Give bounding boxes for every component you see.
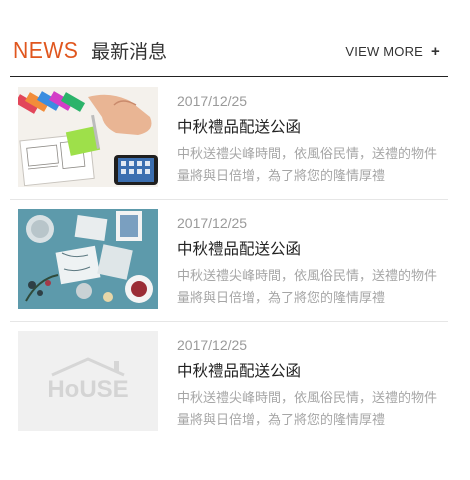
news-excerpt: 中秋送禮尖峰時間，依風俗民情，送禮的物件量將與日倍增，為了將您的隆情厚禮 — [177, 391, 438, 428]
news-excerpt: 中秋送禮尖峰時間，依風俗民情，送禮的物件量將與日倍增，為了將您的隆情厚禮 — [177, 269, 438, 306]
news-item[interactable]: 2017/12/25 中秋禮品配送公函 中秋送禮尖峰時間，依風俗民情，送禮的物件… — [10, 78, 448, 200]
flatlay-teatime-photo — [18, 209, 158, 309]
view-more-label: VIEW MORE — [345, 44, 424, 59]
news-header: NEWS 最新消息 VIEW MORE + — [10, 36, 448, 77]
news-date: 2017/12/25 — [177, 215, 248, 231]
section-title: NEWS 最新消息 — [13, 36, 167, 64]
house-logo-placeholder: HoUSE — [18, 331, 158, 431]
section-title-zh: 最新消息 — [91, 41, 168, 63]
news-list: 2017/12/25 中秋禮品配送公函 中秋送禮尖峰時間，依風俗民情，送禮的物件… — [10, 78, 448, 443]
news-date: 2017/12/25 — [177, 337, 248, 353]
news-excerpt: 中秋送禮尖峰時間，依風俗民情，送禮的物件量將與日倍增，為了將您的隆情厚禮 — [177, 147, 438, 184]
plus-icon: + — [431, 43, 440, 60]
news-item[interactable]: 2017/12/25 中秋禮品配送公函 中秋送禮尖峰時間，依風俗民情，送禮的物件… — [10, 200, 448, 322]
news-item[interactable]: HoUSE 2017/12/25 中秋禮品配送公函 中秋送禮尖峰時間，依風俗民情… — [10, 322, 448, 443]
news-title[interactable]: 中秋禮品配送公函 — [177, 360, 445, 382]
news-info: 2017/12/25 中秋禮品配送公函 中秋送禮尖峰時間，依風俗民情，送禮的物件… — [177, 335, 445, 432]
news-thumbnail[interactable] — [18, 209, 158, 309]
news-section: NEWS 最新消息 VIEW MORE + 2017/12/25 中秋禮品配送公… — [10, 0, 448, 480]
house-logo-text: HoUSE — [47, 376, 128, 403]
news-info: 2017/12/25 中秋禮品配送公函 中秋送禮尖峰時間，依風俗民情，送禮的物件… — [177, 213, 445, 310]
news-title[interactable]: 中秋禮品配送公函 — [177, 238, 445, 260]
news-thumbnail[interactable] — [18, 87, 158, 187]
sketching-hand-photo — [18, 87, 158, 187]
news-title[interactable]: 中秋禮品配送公函 — [177, 116, 445, 138]
section-title-en: NEWS — [13, 37, 79, 63]
news-thumbnail[interactable]: HoUSE — [18, 331, 158, 431]
view-more-link[interactable]: VIEW MORE + — [345, 42, 440, 62]
news-date: 2017/12/25 — [177, 93, 248, 109]
news-info: 2017/12/25 中秋禮品配送公函 中秋送禮尖峰時間，依風俗民情，送禮的物件… — [177, 91, 445, 188]
